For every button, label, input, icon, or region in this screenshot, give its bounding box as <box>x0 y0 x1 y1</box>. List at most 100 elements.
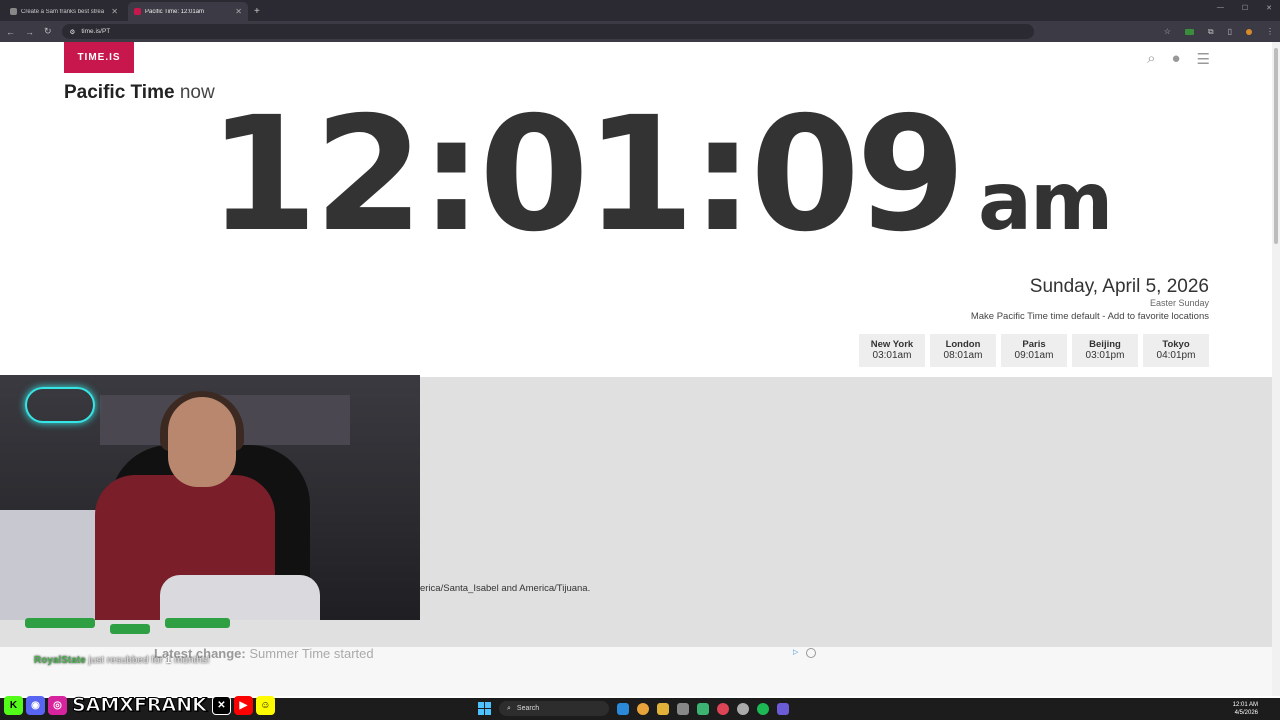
webcam-overlay <box>0 375 420 620</box>
timezone-info-text: erica/Santa_Isabel and America/Tijuana. <box>420 583 591 594</box>
close-tab-icon[interactable]: ✕ <box>111 7 118 16</box>
tab-favicon-icon <box>10 8 17 15</box>
city-clock-tokyo[interactable]: Tokyo 04:01pm <box>1143 334 1209 367</box>
address-bar[interactable]: ⚙ time.is/PT <box>61 24 1034 39</box>
alert-bar <box>25 618 95 628</box>
forward-icon[interactable]: → <box>25 27 34 37</box>
settings-gear-icon[interactable] <box>737 702 749 715</box>
city-name: Paris <box>1022 339 1046 350</box>
hamburger-menu-icon[interactable]: ☰ <box>1197 50 1210 68</box>
page-title: Pacific Time now <box>64 82 215 104</box>
stream-social-bar: K ◉ ◎ SAMXFRANK ✕ ▶ ☺ <box>4 694 275 717</box>
extensions-puzzle-icon[interactable]: ⧉ <box>1208 27 1214 37</box>
city-time: 04:01pm <box>1156 350 1196 361</box>
make-default-link[interactable]: Make Pacific Time time default <box>971 311 1100 322</box>
maximize-icon[interactable]: ☐ <box>1242 4 1248 12</box>
ad-close-icon[interactable] <box>806 648 817 658</box>
profile-icon[interactable] <box>1246 28 1252 35</box>
webcam-person-face <box>168 397 236 487</box>
ad-choices: ▷ <box>793 648 817 658</box>
current-time: 12:01:09 am <box>208 83 1113 267</box>
screen: Create a Sam franks best strea ✕ Pacific… <box>0 0 1280 720</box>
alert-bar <box>165 618 230 628</box>
page-title-location: Pacific Time <box>64 82 175 103</box>
latest-change-value: Summer Time started <box>249 646 374 661</box>
city-clock-new-york[interactable]: New York 03:01am <box>859 334 925 367</box>
neon-sign-logo <box>25 387 95 423</box>
file-explorer-icon[interactable] <box>657 702 669 715</box>
x-twitter-icon: ✕ <box>211 695 231 715</box>
tab-stream-create[interactable]: Create a Sam franks best strea ✕ <box>4 2 124 21</box>
store-icon[interactable] <box>677 702 689 715</box>
world-clocks: New York 03:01am London 08:01am Paris 09… <box>859 334 1209 367</box>
current-date: Sunday, April 5, 2026 <box>1029 276 1209 297</box>
time-ampm: am <box>978 155 1113 248</box>
youtube-icon: ▶ <box>233 695 253 715</box>
taskbar-search-label: Search <box>516 705 540 712</box>
webcam-bed <box>0 510 110 620</box>
city-name: Tokyo <box>1162 339 1190 350</box>
city-name: Beijing <box>1089 339 1121 350</box>
search-icon[interactable]: ⌕ <box>1147 50 1155 68</box>
ad-info-icon[interactable]: ▷ <box>793 648 798 658</box>
city-name: London <box>945 339 981 350</box>
scrollbar-thumb[interactable] <box>1274 48 1278 244</box>
spotify-icon[interactable] <box>757 702 769 715</box>
sub-alert-user: RoyalState <box>34 655 86 666</box>
tab-title: Pacific Time: 12:01am <box>145 8 205 15</box>
browser-menu-icon[interactable]: ⋮ <box>1266 27 1274 36</box>
city-time: 08:01am <box>943 350 983 361</box>
taskbar-clock[interactable]: 12:01 AM 4/5/2026 <box>1233 701 1258 717</box>
streamer-handle: SAMXFRANK <box>72 694 208 717</box>
city-time: 09:01am <box>1014 350 1054 361</box>
browser-toolbar: ← → ↻ ⚙ time.is/PT ☆ ⧉ ▯ ⋮ <box>0 21 1280 42</box>
close-tab-icon[interactable]: ✕ <box>235 7 242 16</box>
site-header-icons: ⌕ ● ☰ <box>1147 50 1210 68</box>
city-clock-paris[interactable]: Paris 09:01am <box>1001 334 1067 367</box>
instagram-icon: ◎ <box>48 695 67 715</box>
user-icon[interactable]: ● <box>1171 50 1180 68</box>
sub-alert: RoyalState just resubbed for 1 months! <box>34 655 210 666</box>
search-icon: ⌕ <box>507 704 511 712</box>
alert-bar <box>110 624 150 634</box>
app-icon[interactable] <box>697 702 709 715</box>
taskbar-search[interactable]: ⌕ Search <box>499 701 609 716</box>
link-separator: - <box>1099 311 1108 322</box>
discord-icon: ◉ <box>26 695 45 715</box>
holiday-text: Easter Sunday <box>1149 298 1209 308</box>
page-scrollbar[interactable] <box>1272 42 1280 696</box>
kick-icon: K <box>4 695 23 715</box>
tab-title: Create a Sam franks best strea <box>21 8 105 15</box>
tab-pacific-time[interactable]: Pacific Time: 12:01am ✕ <box>128 2 248 21</box>
close-window-icon[interactable]: ✕ <box>1266 4 1272 12</box>
time-digits: 12:01:09 <box>208 83 966 267</box>
snapchat-icon: ☺ <box>255 695 275 715</box>
windows-start-icon[interactable] <box>478 702 491 715</box>
sidebar-icon[interactable]: ▯ <box>1228 27 1232 36</box>
chrome-browser-icon[interactable] <box>637 702 649 715</box>
tab-favicon-icon <box>134 8 141 15</box>
app-icon[interactable] <box>717 702 729 715</box>
location-links: Make Pacific Time time default - Add to … <box>971 311 1209 322</box>
back-icon[interactable]: ← <box>6 27 15 37</box>
extension-green-icon[interactable] <box>1184 28 1194 35</box>
taskbar-date: 4/5/2026 <box>1234 710 1258 716</box>
add-favorite-link[interactable]: Add to favorite locations <box>1108 311 1209 322</box>
browser-tab-bar: Create a Sam franks best strea ✕ Pacific… <box>0 0 1280 21</box>
bookmark-star-icon[interactable]: ☆ <box>1164 27 1171 36</box>
site-logo[interactable]: TIME.IS <box>64 42 134 73</box>
discord-icon[interactable] <box>777 702 789 715</box>
site-info-icon[interactable]: ⚙ <box>70 28 76 36</box>
minimize-icon[interactable]: — <box>1217 4 1224 12</box>
sub-alert-tail: months! <box>171 655 210 666</box>
webcam-blanket <box>160 575 320 620</box>
sub-alert-decoration <box>25 618 230 640</box>
sub-alert-text: just resubbed for <box>85 655 166 666</box>
new-tab-icon[interactable]: + <box>254 2 260 21</box>
city-clock-london[interactable]: London 08:01am <box>930 334 996 367</box>
reload-icon[interactable]: ↻ <box>44 26 52 37</box>
edge-browser-icon[interactable] <box>617 702 629 715</box>
city-time: 03:01pm <box>1085 350 1125 361</box>
city-clock-beijing[interactable]: Beijing 03:01pm <box>1072 334 1138 367</box>
taskbar-time: 12:01 AM <box>1232 702 1258 708</box>
